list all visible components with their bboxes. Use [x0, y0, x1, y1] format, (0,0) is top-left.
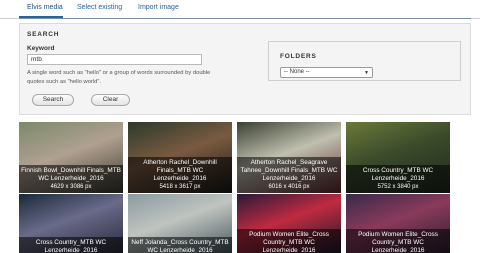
thumbnail-title: Podium Women Elite_Cross Country_MTB WC …: [249, 231, 329, 253]
thumbnail-dimensions: 5418 x 3617 px: [159, 184, 201, 190]
chevron-down-icon: ▼: [364, 70, 369, 76]
folders-title: FOLDERS: [280, 53, 317, 60]
thumbnail-card[interactable]: Atherton Rachel_Seagrave Tahnee_Downhill…: [237, 122, 341, 193]
keyword-help-text: A single word such as "hello" or a group…: [27, 70, 211, 85]
search-button[interactable]: Search: [32, 94, 74, 106]
thumbnail-caption: Podium Women Elite_Cross Country_MTB WC …: [346, 229, 450, 253]
tab-bar: Elvis media Select existing Import image: [0, 0, 480, 19]
thumbnail-card[interactable]: Atherton Rachel_Downhill Finals_MTB WC L…: [128, 122, 232, 193]
thumbnail-caption: Cross Country_MTB WC Lenzerheide_2016 57…: [346, 165, 450, 193]
folder-select[interactable]: -- None -- ▼: [280, 67, 373, 78]
thumbnail-dimensions: 4629 x 3086 px: [50, 184, 92, 190]
thumbnail-title: Neff Jolanda_Cross Country_MTB WC Lenzer…: [131, 239, 229, 253]
keyword-input[interactable]: [27, 54, 202, 65]
thumbnail-title: Podium Women Elite_Cross Country_MTB WC …: [358, 231, 438, 253]
thumbnail-card[interactable]: Neff Jolanda_Cross Country_MTB WC Lenzer…: [128, 194, 232, 253]
keyword-label: Keyword: [27, 45, 55, 52]
thumbnail-caption: Cross Country_MTB WC Lenzerheide_2016: [19, 237, 123, 253]
search-panel: SEARCH Keyword A single word such as "he…: [19, 23, 471, 115]
thumbnail-title: Atherton Rachel_Downhill Finals_MTB WC L…: [143, 159, 217, 182]
thumbnail-caption: Finnish Bowl_Downhill Finals_MTB WC Lenz…: [19, 165, 123, 193]
thumbnail-dimensions: 6016 x 4016 px: [268, 184, 310, 190]
thumbnail-caption: Atherton Rachel_Seagrave Tahnee_Downhill…: [237, 157, 341, 193]
thumbnail-title: Finnish Bowl_Downhill Finals_MTB WC Lenz…: [21, 167, 121, 182]
thumbnail-caption: Podium Women Elite_Cross Country_MTB WC …: [237, 229, 341, 253]
tab-import-image[interactable]: Import image: [138, 4, 179, 11]
folder-select-value: -- None --: [284, 69, 310, 75]
thumbnail-title: Cross Country_MTB WC Lenzerheide_2016: [362, 167, 434, 182]
thumbnail-card[interactable]: Cross Country_MTB WC Lenzerheide_2016: [19, 194, 123, 253]
folders-panel: FOLDERS -- None -- ▼: [268, 41, 461, 81]
thumbnail-card[interactable]: Podium Women Elite_Cross Country_MTB WC …: [346, 194, 450, 253]
thumbnail-title: Cross Country_MTB WC Lenzerheide_2016: [35, 239, 107, 253]
tab-select-existing[interactable]: Select existing: [77, 4, 122, 11]
tab-divider: [19, 18, 471, 19]
tab-elvis-media[interactable]: Elvis media: [27, 4, 63, 11]
thumbnail-card[interactable]: Finnish Bowl_Downhill Finals_MTB WC Lenz…: [19, 122, 123, 193]
thumbnail-title: Atherton Rachel_Seagrave Tahnee_Downhill…: [240, 159, 338, 182]
clear-button[interactable]: Clear: [91, 94, 130, 106]
thumbnail-dimensions: 5752 x 3840 px: [377, 184, 419, 190]
thumbnail-card[interactable]: Cross Country_MTB WC Lenzerheide_2016 57…: [346, 122, 450, 193]
thumbnail-caption: Atherton Rachel_Downhill Finals_MTB WC L…: [128, 157, 232, 193]
thumbnail-caption: Neff Jolanda_Cross Country_MTB WC Lenzer…: [128, 237, 232, 253]
search-section-title: SEARCH: [27, 31, 60, 38]
thumbnail-card[interactable]: Podium Women Elite_Cross Country_MTB WC …: [237, 194, 341, 253]
